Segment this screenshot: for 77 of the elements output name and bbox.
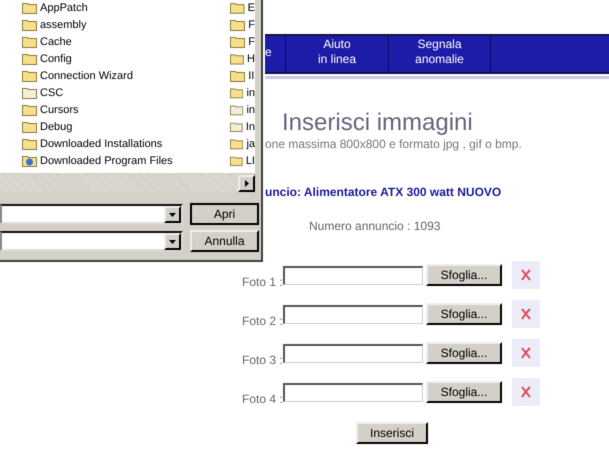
file-item[interactable]: F [230,33,255,50]
photo-label: Foto 2 : [242,314,283,328]
folder-icon [22,1,37,14]
file-item[interactable]: AppPatch [22,0,220,16]
folder-icon [230,86,244,99]
file-field[interactable] [283,266,423,284]
delete-button[interactable] [512,339,540,367]
file-item[interactable]: Cache [22,33,220,50]
folder-icon [230,1,245,14]
folder-icon [230,137,244,150]
folder-icon [22,120,37,133]
photo-label: Foto 3 : [242,353,283,367]
folder-icon [230,18,246,31]
web-page-icon [22,154,37,167]
file-item[interactable]: ja [230,135,255,152]
photo-label: Foto 1 : [242,275,283,289]
folder-icon [230,69,246,82]
file-field[interactable] [283,344,423,362]
ad-number: Numero annuncio : 1093 [309,219,442,233]
ad-title: uncio: Alimentatore ATX 300 watt NUOVO [265,185,502,199]
subtitle: one massima 800x800 e formato jpg , gif o bmp. [265,137,523,151]
file-item[interactable]: LI [230,152,255,169]
folder-icon [230,120,243,133]
photo-label: Foto 4 : [242,392,283,406]
dropdown-arrow-icon [169,240,176,244]
file-type-field[interactable] [0,231,183,251]
open-button[interactable]: Apri [190,203,259,225]
file-item[interactable]: in [230,101,255,118]
folder-icon [230,154,243,167]
file-item[interactable]: Config [22,50,220,67]
file-item[interactable]: Downloaded Installations [22,135,220,152]
folder-icon [22,86,37,99]
cross-icon [520,347,532,359]
nav-item[interactable]: e [265,36,286,72]
folder-icon [230,103,244,116]
delete-button[interactable] [512,378,540,406]
browse-button[interactable]: Sfoglia... [426,264,502,286]
page-title: Inserisci immagini [282,109,474,137]
file-item[interactable]: In [230,118,255,135]
submit-button[interactable]: Inserisci [356,422,428,444]
scrollbar[interactable] [0,175,255,192]
browse-button[interactable]: Sfoglia... [426,342,502,364]
file-item[interactable]: Cursors [22,101,220,118]
folder-icon [230,52,244,65]
nav-item[interactable]: Aiuto in linea [286,36,389,72]
file-item[interactable]: H [230,50,255,67]
browse-button[interactable]: Sfoglia... [426,381,502,403]
right-arrow-icon [244,180,248,187]
file-item[interactable]: CSC [22,84,220,101]
folder-icon [22,69,37,82]
file-item[interactable]: E [230,0,255,16]
delete-button[interactable] [512,300,540,328]
scroll-right-button[interactable] [238,175,255,192]
folder-icon [22,18,37,31]
folder-icon [22,35,37,48]
file-name-field[interactable] [0,204,183,224]
cancel-button[interactable]: Annulla [190,230,259,252]
file-field[interactable] [283,304,423,324]
folder-icon [22,52,37,65]
folder-icon [22,103,37,116]
nav-item[interactable]: Segnala anomalie [389,36,491,72]
file-item[interactable]: in [230,84,255,101]
dropdown-arrow-icon [169,212,176,216]
file-item[interactable]: Downloaded Program Files [22,152,220,169]
file-item[interactable]: assembly [22,16,220,33]
browse-button[interactable]: Sfoglia... [426,303,502,325]
file-item[interactable]: F [230,16,255,33]
file-field[interactable] [283,382,423,402]
delete-button[interactable] [512,261,540,289]
cross-icon [520,386,532,398]
file-item[interactable]: Connection Wizard [22,67,220,84]
file-item[interactable]: II [230,67,255,84]
cross-icon [520,269,532,281]
folder-icon [22,137,37,150]
cross-icon [520,308,532,320]
file-item[interactable]: Debug [22,118,220,135]
folder-icon [230,35,246,48]
